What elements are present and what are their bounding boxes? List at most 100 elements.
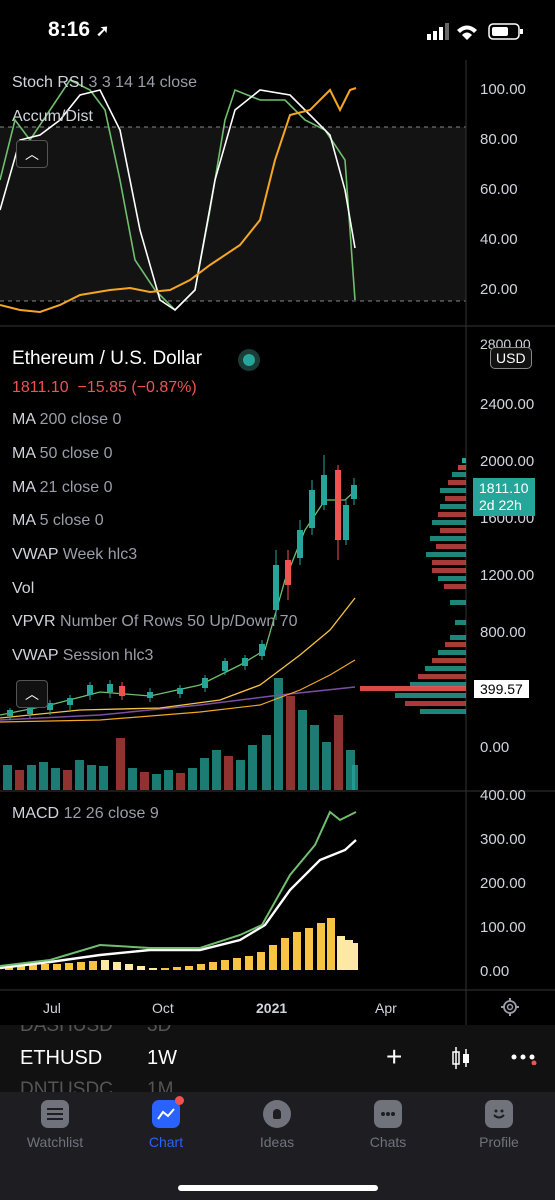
stoch-axis-60: 60.00 (480, 181, 518, 198)
chevron-up-icon: ︿ (25, 146, 39, 162)
symbol-title-text: Ethereum / U.S. Dollar (12, 348, 203, 369)
smiley-icon (485, 1100, 513, 1128)
chart-canvas[interactable] (0, 60, 555, 1030)
tab-chats[interactable]: Chats (343, 1100, 433, 1150)
time-axis-jul: Jul (43, 1000, 61, 1016)
stoch-collapse-button[interactable]: ︿ (16, 140, 48, 168)
add-indicator-plus-icon[interactable]: + (386, 1041, 402, 1073)
bar-countdown: 2d 22h (479, 497, 522, 513)
interval-current[interactable]: 1W (147, 1047, 177, 1070)
last-price-value: 1811.10 (479, 480, 529, 496)
tab-label: Watchlist (26, 1134, 84, 1150)
home-indicator[interactable] (178, 1185, 378, 1191)
symbol-picker[interactable]: DASHUSD 3D ETHUSD 1W DNTUSDC 1M + (0, 1025, 555, 1092)
macd-params: 12 26 close 9 (63, 805, 159, 822)
tab-label: Ideas (259, 1134, 295, 1150)
indicator-ma-5[interactable]: MA 5 close 0 (12, 512, 104, 530)
indicator-name: VPVR (12, 613, 56, 630)
macd-axis-200: 200.00 (480, 875, 526, 892)
price-axis-2400: 2400.00 (480, 396, 535, 413)
tab-label: Chart (148, 1134, 184, 1150)
last-price-tag: 1811.10 2d 22h (473, 478, 535, 516)
price-axis-2000: 2000.00 (480, 453, 535, 470)
symbol-row-next[interactable]: DNTUSDC (20, 1079, 113, 1092)
macd-legend[interactable]: MACD 12 26 close 9 (12, 805, 159, 823)
price-axis-1200: 1200.00 (480, 567, 535, 584)
interval-prev: 3D (147, 1025, 172, 1036)
crosshair-price-tag: 399.57 (474, 680, 529, 698)
indicator-params: 5 close 0 (39, 512, 104, 529)
time-axis-2021: 2021 (256, 1000, 288, 1016)
stoch-axis-100: 100.00 (480, 81, 526, 98)
macd-axis-100: 100.00 (480, 919, 526, 936)
more-dots-icon[interactable] (510, 1051, 538, 1070)
stoch-rsi-name: Stoch RSI (12, 74, 85, 91)
indicator-ma-200[interactable]: MA 200 close 0 (12, 411, 121, 429)
price-axis-800: 800.00 (480, 624, 526, 641)
chart-type-candles-icon[interactable] (450, 1045, 472, 1076)
macd-histogram (5, 918, 358, 970)
symbol-name: DASHUSD (20, 1025, 113, 1036)
indicator-vpvr[interactable]: VPVR Number Of Rows 50 Up/Down 70 (12, 613, 297, 631)
indicator-vol[interactable]: Vol (12, 580, 34, 598)
accum-dist-legend[interactable]: Accum/Dist (12, 108, 93, 126)
indicator-ma-21[interactable]: MA 21 close 0 (12, 479, 113, 497)
vpvr-histogram (360, 458, 466, 714)
chart-icon (152, 1096, 184, 1128)
time-axis-oct: Oct (152, 1000, 174, 1016)
indicator-params: Number Of Rows 50 Up/Down 70 (60, 613, 298, 630)
tab-watchlist[interactable]: Watchlist (10, 1100, 100, 1150)
indicator-name: Vol (12, 580, 35, 597)
stoch-rsi-legend[interactable]: Stoch RSI 3 3 14 14 close (12, 74, 197, 92)
chevron-up-icon: ︿ (25, 686, 39, 702)
symbol-row-prev[interactable]: DASHUSD (20, 1025, 113, 1037)
indicator-name: MA (12, 479, 36, 496)
indicator-name: MA (12, 512, 36, 529)
macd-axis-300: 300.00 (480, 831, 526, 848)
indicator-name: VWAP (12, 647, 59, 664)
stoch-rsi-params: 3 3 14 14 close (88, 74, 198, 91)
indicator-vwap-week[interactable]: VWAP Week hlc3 (12, 546, 137, 564)
tab-chart[interactable]: Chart (121, 1096, 211, 1150)
price-axis-0: 0.00 (480, 739, 510, 756)
location-icon: ➚ (95, 23, 110, 40)
symbol-row-current[interactable]: ETHUSD (20, 1047, 102, 1070)
stoch-axis-40: 40.00 (480, 231, 518, 248)
time-axis-apr: Apr (375, 1000, 397, 1016)
indicator-ma-50[interactable]: MA 50 close 0 (12, 445, 113, 463)
price-collapse-button[interactable]: ︿ (16, 680, 48, 708)
stoch-axis-80: 80.00 (480, 131, 518, 148)
tab-label: Chats (369, 1134, 407, 1150)
price-change: 1811.10 −15.85 (−0.87%) (12, 379, 197, 396)
chart-settings-gear-icon[interactable] (500, 997, 520, 1022)
tab-ideas[interactable]: Ideas (232, 1100, 322, 1150)
symbol-title[interactable]: Ethereum / U.S. Dollar (12, 348, 202, 370)
macd-name: MACD (12, 805, 60, 822)
currency-badge[interactable]: USD (490, 347, 532, 369)
status-time: 8:16 ➚ (48, 18, 109, 42)
indicator-params: 200 close 0 (39, 411, 122, 428)
list-icon (41, 1100, 69, 1128)
tab-label: Profile (479, 1134, 519, 1150)
indicator-params: 50 close 0 (39, 445, 113, 462)
macd-axis-0: 0.00 (480, 963, 510, 980)
macd-axis-400: 400.00 (480, 787, 526, 804)
status-icons (427, 22, 527, 47)
interval-next: 1M (147, 1079, 174, 1092)
stoch-axis-20: 20.00 (480, 281, 518, 298)
symbol-name: ETHUSD (20, 1047, 103, 1069)
indicator-name: MA (12, 411, 36, 428)
signal-wifi-battery-icon (427, 23, 523, 40)
indicator-params: 21 close 0 (39, 479, 113, 496)
symbol-name: DNTUSDC (20, 1079, 113, 1092)
indicator-vwap-session[interactable]: VWAP Session hlc3 (12, 647, 153, 665)
chat-icon (374, 1100, 402, 1128)
indicator-name: VWAP (12, 546, 59, 563)
macd-line (0, 810, 357, 967)
market-status-icon[interactable] (238, 349, 260, 371)
indicator-name: MA (12, 445, 36, 462)
indicator-params: Session hlc3 (62, 647, 154, 664)
indicator-params: Week hlc3 (62, 546, 138, 563)
tab-profile[interactable]: Profile (454, 1100, 544, 1150)
status-time-text: 8:16 (48, 18, 91, 41)
